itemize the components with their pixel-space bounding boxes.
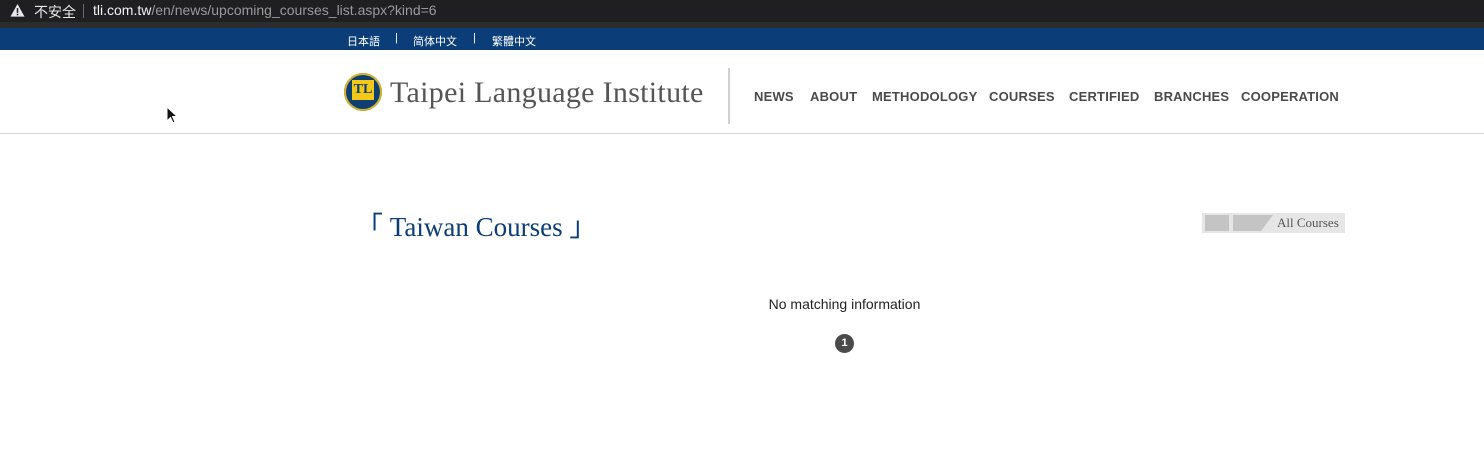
header-bottom-border [0,133,1484,134]
nav-cooperation[interactable]: COOPERATION [1241,89,1339,104]
breadcrumb-arrow [1233,215,1273,231]
lang-separator: | [395,32,398,44]
nav-branches[interactable]: BRANCHES [1154,89,1229,104]
lang-traditional-chinese-link[interactable]: 繁體中文 [492,33,536,49]
all-courses-label: All Courses [1277,215,1339,230]
tli-logo-icon[interactable]: TL [344,73,382,111]
lang-simplified-chinese-link[interactable]: 简体中文 [413,33,457,49]
language-bar: 日本語 | 简体中文 | 繁體中文 [0,28,1484,50]
nav-news[interactable]: NEWS [754,89,794,104]
nav-courses[interactable]: COURSES [989,89,1055,104]
cursor-pointer-icon [166,106,178,124]
lang-separator: | [473,32,476,44]
breadcrumb-block [1205,215,1229,231]
empty-message: No matching information [768,296,921,312]
nav-about[interactable]: ABOUT [810,89,857,104]
url-path: /en/news/upcoming_courses_list.aspx?kind… [151,2,437,18]
warning-icon [10,3,25,17]
address-bar[interactable]: 不安全 tli.com.tw/en/news/upcoming_courses_… [0,0,1484,22]
pagination-page-1[interactable]: 1 [835,334,854,353]
address-divider [83,4,84,18]
nav-certified[interactable]: CERTIFIED [1069,89,1139,104]
header-divider [728,68,730,124]
url-host: tli.com.tw [93,2,152,18]
all-courses-button[interactable]: All Courses [1202,213,1345,233]
nav-methodology[interactable]: METHODOLOGY [872,89,977,104]
security-label[interactable]: 不安全 [34,2,76,22]
lang-japanese-link[interactable]: 日本語 [347,33,380,49]
logo-mark: TL [352,80,374,100]
page-title: 「 Taiwan Courses 」 [356,212,597,242]
url-text[interactable]: tli.com.tw/en/news/upcoming_courses_list… [93,2,437,18]
site-name[interactable]: Taipei Language Institute [390,76,704,110]
